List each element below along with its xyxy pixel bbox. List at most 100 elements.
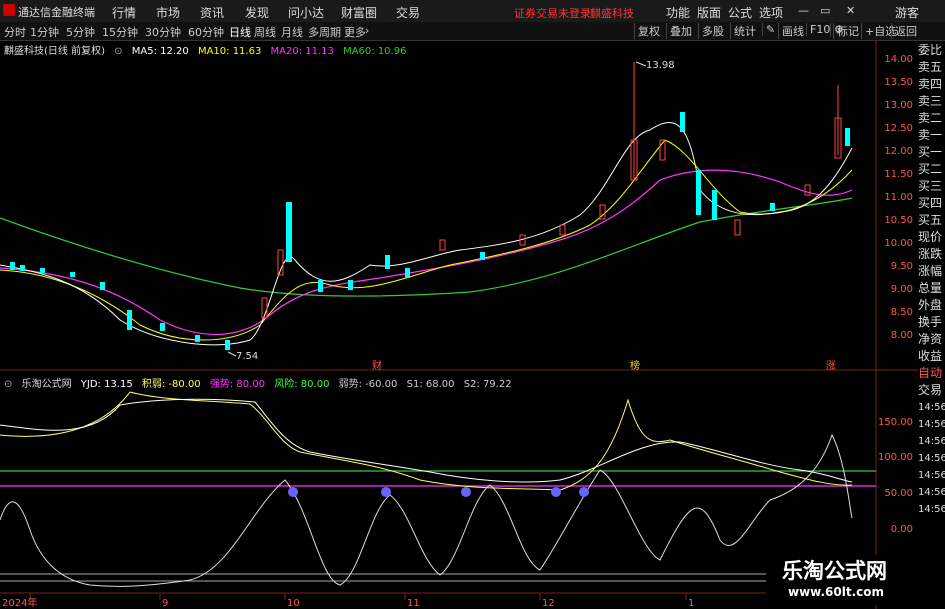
adjust-button[interactable]: 复权	[634, 23, 660, 39]
signal-marker-icon	[579, 487, 589, 497]
indicator-axis: 150.00 100.00 50.00 0.00	[878, 417, 913, 535]
side-label[interactable]: 换手	[918, 314, 945, 331]
side-time: 14:56	[918, 504, 945, 515]
period-tab[interactable]: 更多	[344, 24, 366, 40]
period-tab[interactable]: 多周期	[308, 24, 341, 40]
side-label[interactable]: 买一	[918, 144, 945, 161]
event-label-finance: 财	[372, 359, 382, 372]
price-tick: 10.50	[884, 215, 913, 226]
chart-area[interactable]: 14.00 13.50 13.00 12.50 12.00 11.50 11.0…	[0, 40, 918, 609]
stats-button[interactable]: 统计	[730, 23, 756, 39]
menu-formula[interactable]: 公式	[728, 4, 752, 21]
candle	[712, 190, 717, 220]
candle	[680, 112, 685, 132]
period-tab-active[interactable]: 日线	[229, 24, 251, 40]
side-label[interactable]: 卖二	[918, 110, 945, 127]
price-tick: 12.50	[884, 123, 913, 134]
time-axis: 2024年 9 10 11 12 1	[2, 593, 694, 609]
menu-layout[interactable]: 版面	[697, 4, 721, 21]
menu-item-trade[interactable]: 交易	[396, 4, 420, 21]
price-tick: 13.50	[884, 77, 913, 88]
side-label[interactable]: 卖三	[918, 93, 945, 110]
period-tab[interactable]: 分时	[4, 24, 26, 40]
draw-line-button[interactable]: 画线	[778, 23, 804, 39]
menu-item-news[interactable]: 资讯	[200, 4, 224, 21]
price-tick: 14.00	[884, 54, 913, 65]
side-label[interactable]: 卖四	[918, 76, 945, 93]
event-label-limit-up: 涨	[826, 360, 836, 372]
close-icon[interactable]: ✕	[846, 4, 855, 17]
back-button[interactable]: 返回	[891, 23, 917, 39]
signal-marker-icon	[461, 487, 471, 497]
menu-options[interactable]: 选项	[759, 4, 783, 21]
time-tick: 2024年	[2, 596, 37, 609]
period-tab[interactable]: 15分钟	[102, 24, 138, 40]
side-label[interactable]: 收益	[918, 348, 945, 365]
signal-marker-icon	[551, 487, 561, 497]
indicator-tick: 150.00	[878, 417, 913, 428]
candle	[195, 335, 200, 342]
indicator-tick: 100.00	[878, 452, 913, 463]
period-tab[interactable]: 60分钟	[188, 24, 224, 40]
candle	[10, 262, 15, 270]
period-tab[interactable]: 30分钟	[145, 24, 181, 40]
period-tab[interactable]: 5分钟	[66, 24, 95, 40]
candlestick-series	[10, 62, 850, 350]
candle	[225, 340, 230, 350]
side-label[interactable]: 现价	[918, 229, 945, 246]
candle	[100, 282, 105, 290]
menu-item-assistant[interactable]: 问小达	[288, 4, 324, 21]
time-tick: 1	[688, 598, 694, 609]
restore-icon[interactable]: ▭	[820, 4, 830, 17]
candle	[804, 184, 811, 196]
overlay-button[interactable]: 叠加	[666, 23, 692, 39]
side-label[interactable]: 买二	[918, 161, 945, 178]
side-label[interactable]: 涨幅	[918, 263, 945, 280]
multi-stock-button[interactable]: 多股	[698, 23, 724, 39]
minimize-icon[interactable]: —	[798, 4, 809, 17]
menu-item-discover[interactable]: 发现	[245, 4, 269, 21]
login-notice[interactable]: 证券交易未登录	[514, 5, 591, 21]
price-tick: 8.00	[891, 330, 913, 341]
price-tick: 12.00	[884, 146, 913, 157]
side-label[interactable]: 卖五	[918, 59, 945, 76]
more-chevron-icon[interactable]: ›	[365, 24, 369, 37]
side-label[interactable]: 涨跌	[918, 246, 945, 263]
signal-marker-icon	[381, 487, 391, 497]
mark-button[interactable]: 标记	[833, 23, 859, 39]
f10-button[interactable]: F10	[806, 23, 830, 36]
side-label[interactable]: 总量	[918, 280, 945, 297]
side-label[interactable]: 卖一	[918, 127, 945, 144]
menu-function[interactable]: 功能	[666, 4, 690, 21]
time-tick: 11	[407, 598, 420, 609]
guest-label[interactable]: 游客	[895, 4, 919, 21]
candle	[286, 202, 292, 262]
side-label[interactable]: 交易	[918, 382, 945, 399]
side-label[interactable]: 买三	[918, 178, 945, 195]
side-label[interactable]: 自动	[918, 365, 945, 382]
candle	[70, 272, 75, 277]
price-tick: 8.50	[891, 307, 913, 318]
side-label[interactable]: 买四	[918, 195, 945, 212]
menu-item-markets[interactable]: 市场	[156, 4, 180, 21]
price-tick: 9.50	[891, 261, 913, 272]
period-tab[interactable]: 1分钟	[30, 24, 59, 40]
side-label[interactable]: 委比	[918, 42, 945, 59]
ma20-line	[0, 169, 853, 335]
price-tick: 11.00	[884, 192, 913, 203]
watermark-title: 乐淘公式网	[782, 558, 887, 583]
side-label[interactable]: 净资	[918, 331, 945, 348]
menu-item-market[interactable]: 行情	[112, 4, 136, 21]
side-label[interactable]: 外盘	[918, 297, 945, 314]
candle	[405, 268, 410, 278]
signal-markers	[288, 487, 589, 497]
menu-item-wealth[interactable]: 财富圈	[341, 4, 377, 21]
app-logo-icon	[3, 4, 15, 16]
side-label[interactable]: 买五	[918, 212, 945, 229]
period-tab[interactable]: 月线	[281, 24, 303, 40]
indicator-yellow-line	[0, 391, 853, 491]
period-tab[interactable]: 周线	[254, 24, 276, 40]
high-price-marker: 13.98	[646, 60, 675, 71]
time-tick: 9	[162, 598, 168, 609]
candle	[127, 310, 132, 330]
